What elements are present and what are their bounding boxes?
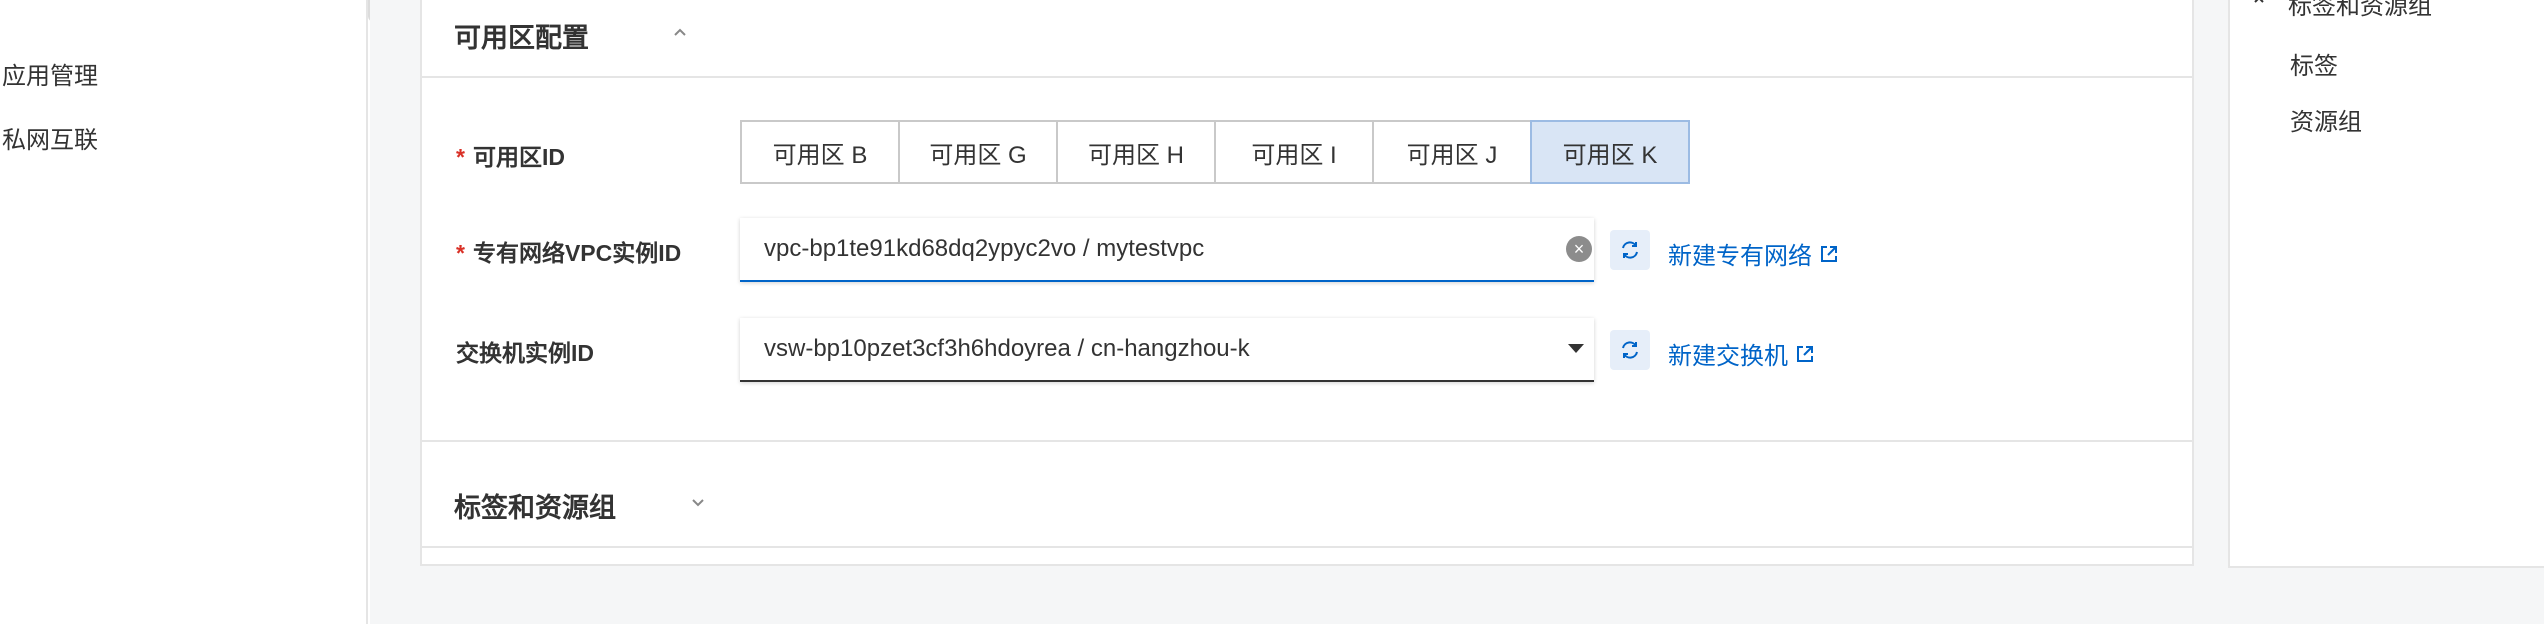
vswitch-id-label: 交换机实例ID: [456, 334, 594, 368]
vswitch-id-label-text: 交换机实例ID: [456, 340, 594, 366]
toc-item-resource-group[interactable]: 资源组: [2290, 102, 2362, 137]
nav-item-app-management[interactable]: 应用管理: [2, 56, 98, 91]
vpc-id-label-text: 专有网络VPC实例ID: [472, 240, 682, 266]
main-area: 可用区配置 * 可用区ID 可用区 B 可用区 G 可用区 H 可用区 I 可用区…: [370, 0, 2228, 624]
toc-item-tags[interactable]: 标签: [2290, 46, 2338, 81]
refresh-vswitch-button[interactable]: [1610, 330, 1650, 370]
zone-option-k[interactable]: 可用区 K: [1530, 120, 1690, 184]
clear-icon[interactable]: ×: [1566, 236, 1592, 262]
section-divider: [422, 76, 2192, 78]
required-mark: *: [456, 144, 465, 170]
create-vpc-link-text: 新建专有网络: [1668, 243, 1812, 270]
form-card: 可用区配置 * 可用区ID 可用区 B 可用区 G 可用区 H 可用区 I 可用区…: [420, 0, 2194, 566]
create-vswitch-link[interactable]: 新建交换机: [1668, 336, 1816, 371]
required-mark: *: [456, 240, 465, 266]
zone-option-i[interactable]: 可用区 I: [1214, 120, 1374, 184]
zone-id-label-text: 可用区ID: [472, 144, 565, 170]
refresh-icon: [1622, 341, 1638, 359]
caret-down-icon[interactable]: [1568, 344, 1584, 353]
vpc-id-label: * 专有网络VPC实例ID: [456, 234, 681, 268]
external-link-icon: [1797, 345, 1813, 362]
vpc-id-value: vpc-bp1te91kd68dq2ypyc2vo / mytestvpc: [764, 235, 1205, 262]
chevron-down-icon[interactable]: [690, 494, 706, 510]
vpc-id-input[interactable]: vpc-bp1te91kd68dq2ypyc2vo / mytestvpc ×: [740, 218, 1594, 282]
section-title-availability: 可用区配置: [454, 23, 589, 53]
zone-option-g[interactable]: 可用区 G: [898, 120, 1058, 184]
vswitch-id-select[interactable]: vsw-bp10pzet3cf3h6hdoyrea / cn-hangzhou-…: [740, 318, 1594, 382]
zone-id-label: * 可用区ID: [456, 138, 565, 172]
section-divider: [422, 440, 2192, 442]
zone-selector: 可用区 B 可用区 G 可用区 H 可用区 I 可用区 J 可用区 K: [740, 120, 1690, 184]
zone-option-h[interactable]: 可用区 H: [1056, 120, 1216, 184]
left-nav: 应用管理 私网互联: [0, 0, 368, 624]
create-vpc-link[interactable]: 新建专有网络: [1668, 236, 1840, 271]
create-vswitch-link-text: 新建交换机: [1668, 343, 1788, 370]
vswitch-id-value: vsw-bp10pzet3cf3h6hdoyrea / cn-hangzhou-…: [764, 335, 1250, 362]
external-link-icon: [1821, 245, 1837, 262]
refresh-vpc-button[interactable]: [1610, 230, 1650, 270]
nav-item-private-network[interactable]: 私网互联: [2, 120, 98, 155]
toc-item-tags-resource-group[interactable]: 标签和资源组: [2288, 0, 2432, 21]
caret-up-icon[interactable]: [2252, 0, 2266, 8]
refresh-icon: [1622, 241, 1638, 259]
zone-option-j[interactable]: 可用区 J: [1372, 120, 1532, 184]
section-divider: [422, 546, 2192, 548]
section-title-tags: 标签和资源组: [454, 493, 616, 523]
toc-panel: 标签和资源组 标签 资源组: [2228, 0, 2544, 568]
chevron-up-icon[interactable]: [672, 24, 688, 40]
zone-option-b[interactable]: 可用区 B: [740, 120, 900, 184]
right-toc: 标签和资源组 标签 资源组: [2228, 0, 2544, 624]
